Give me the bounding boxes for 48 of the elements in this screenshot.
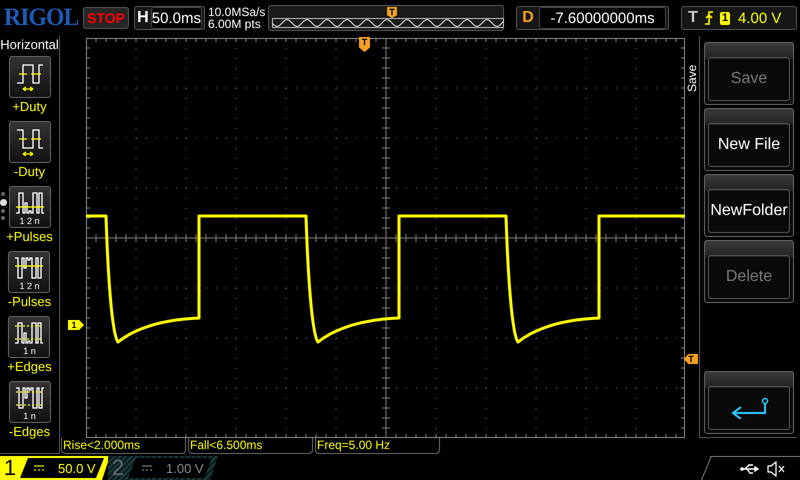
measure-label: +Pulses (6, 229, 53, 244)
run-stop-button[interactable]: STOP (83, 7, 129, 29)
measure-label: -Pulses (8, 294, 52, 309)
measure-label: +Duty (12, 99, 47, 114)
measurement-readout: Rise<2.000ms (61, 438, 186, 454)
mute-speaker-icon (766, 460, 786, 476)
trigger-label: T (687, 9, 699, 27)
menu-title: Save (685, 64, 699, 92)
measure-button[interactable] (8, 56, 50, 98)
measure-button[interactable]: 1 2 n (8, 186, 50, 228)
menu-button[interactable]: New File (704, 108, 794, 171)
dc-coupling-icon (34, 465, 44, 471)
trigger-level: 4.00 V (738, 10, 782, 26)
measure-label: -Duty (14, 164, 46, 179)
delay-display[interactable]: D -7.60000000ms (516, 6, 669, 30)
measure-button[interactable]: 1 n (8, 316, 50, 358)
memory-depth: 6.00M pts (208, 18, 262, 30)
trigger-position-marker[interactable]: T (359, 37, 370, 52)
measurement-readout: Freq=5.00 Hz (315, 438, 440, 454)
trigger-display[interactable]: T 1 4.00 V (681, 6, 797, 30)
timebase-display[interactable]: H 50.0ms (134, 6, 205, 30)
return-arrow-icon (729, 397, 769, 419)
menu-title: Horizontal (0, 37, 59, 54)
measure-label: +Edges (7, 359, 52, 374)
measurement-readout: Fall<6.500ms (188, 438, 313, 454)
measure-label: -Edges (8, 424, 50, 439)
menu-button[interactable]: NewFolder (704, 174, 794, 237)
timebase-label: H (136, 9, 150, 27)
timebase-value: 50.0ms (150, 7, 202, 29)
measure-button[interactable] (8, 121, 50, 163)
measure-button[interactable]: 1 2 n (8, 251, 50, 293)
rising-edge-icon (704, 11, 714, 25)
channel-scale: 50.0 V (58, 460, 96, 476)
measure-button[interactable]: 1 n (8, 381, 50, 423)
channel-offset-marker[interactable]: 1 (68, 320, 84, 330)
channel-tab[interactable]: 2 1.00 V (108, 456, 218, 480)
trigger-source-badge: 1 (720, 12, 730, 24)
dc-coupling-icon (142, 465, 152, 471)
usb-icon (740, 462, 760, 474)
sample-rate: 10.0MSa/s (208, 6, 266, 18)
delay-value: -7.60000000ms (539, 7, 666, 29)
channel-scale: 1.00 V (166, 460, 204, 476)
trigger-level-marker[interactable]: T (684, 354, 698, 364)
channel-tab[interactable]: 1 50.0 V (0, 456, 110, 480)
back-button[interactable] (704, 371, 794, 434)
trigger-position-marker: T (387, 7, 397, 18)
delay-label: D (521, 9, 535, 27)
waveform-overview-icon (272, 18, 504, 28)
